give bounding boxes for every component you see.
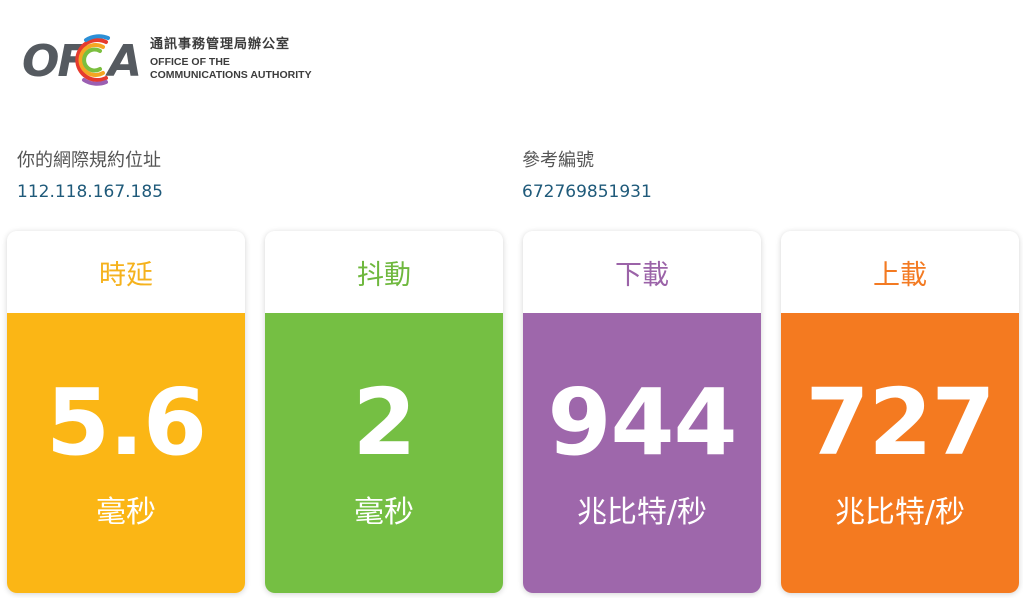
- ofca-logo-mark: OF A: [22, 32, 146, 88]
- download-value: 944: [547, 369, 737, 476]
- result-cards: 時延 5.6 毫秒 抖動 2 毫秒 下載 944 兆比特/秒 上載 727 兆比…: [7, 231, 1019, 593]
- reference-info: 參考編號 672769851931: [522, 146, 652, 202]
- logo-name-cn: 通訊事務管理局辦公室: [150, 37, 291, 53]
- download-body: 944 兆比特/秒: [523, 313, 761, 593]
- latency-card: 時延 5.6 毫秒: [7, 231, 245, 593]
- latency-title: 時延: [7, 231, 245, 313]
- reference-value: 672769851931: [522, 182, 652, 202]
- ip-value: 112.118.167.185: [17, 182, 164, 202]
- logo-text-block: 通訊事務管理局辦公室 OFFICE OF THE COMMUNICATIONS …: [150, 37, 312, 82]
- jitter-card: 抖動 2 毫秒: [265, 231, 503, 593]
- download-card: 下載 944 兆比特/秒: [523, 231, 761, 593]
- latency-body: 5.6 毫秒: [7, 313, 245, 593]
- upload-card: 上載 727 兆比特/秒: [781, 231, 1019, 593]
- jitter-unit: 毫秒: [354, 495, 414, 530]
- logo-name-en-2: COMMUNICATIONS AUTHORITY: [150, 68, 312, 81]
- jitter-value: 2: [352, 369, 416, 476]
- reference-label: 參考編號: [522, 150, 594, 171]
- logo-name-en-1: OFFICE OF THE: [150, 55, 230, 68]
- logo-text-a: A: [108, 36, 143, 87]
- jitter-body: 2 毫秒: [265, 313, 503, 593]
- upload-unit: 兆比特/秒: [834, 495, 966, 530]
- ofca-logo: OF A 通訊事務管理局辦公室 OFFICE OF THE COMMUNICAT…: [22, 32, 312, 88]
- download-title: 下載: [523, 231, 761, 313]
- jitter-title: 抖動: [265, 231, 503, 313]
- download-unit: 兆比特/秒: [576, 495, 708, 530]
- ip-label: 你的網際規約位址: [17, 150, 161, 171]
- upload-title: 上載: [781, 231, 1019, 313]
- upload-body: 727 兆比特/秒: [781, 313, 1019, 593]
- ip-info: 你的網際規約位址 112.118.167.185: [17, 146, 163, 202]
- latency-unit: 毫秒: [96, 495, 156, 530]
- latency-value: 5.6: [46, 369, 207, 476]
- upload-value: 727: [805, 369, 995, 476]
